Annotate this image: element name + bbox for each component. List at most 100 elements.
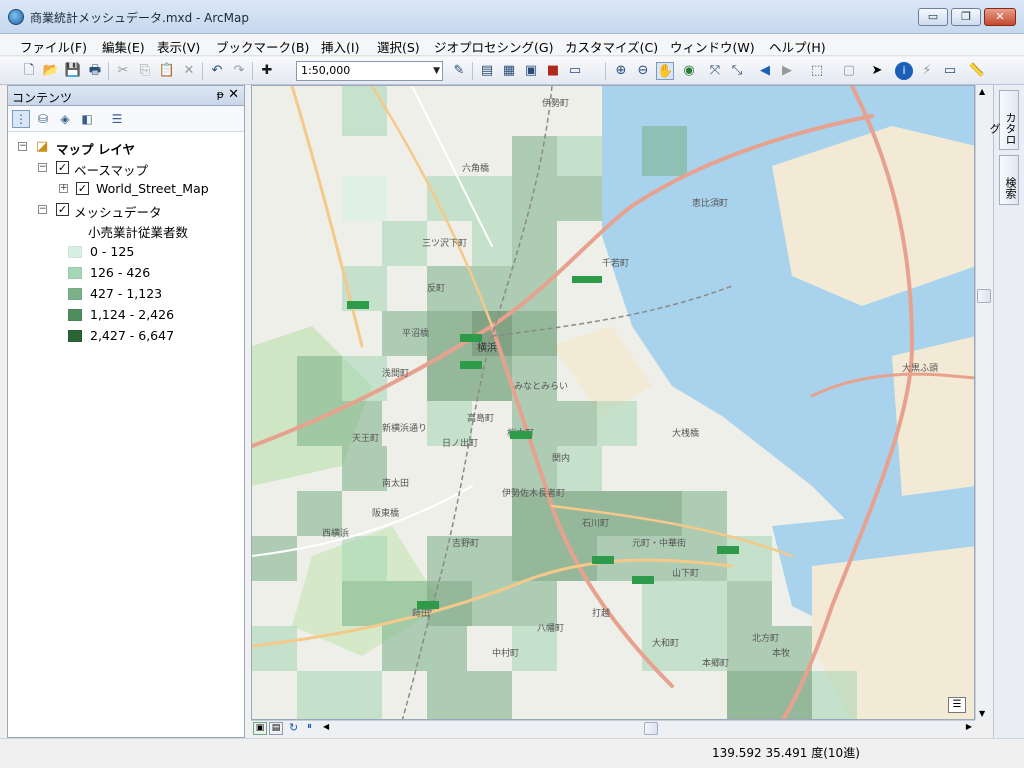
html-popup-icon[interactable]: ▭: [941, 62, 959, 80]
select-element-icon[interactable]: ➤: [868, 62, 886, 80]
select-features-icon[interactable]: ⬚: [808, 62, 826, 80]
fixed-zoom-in-icon[interactable]: ⤧: [706, 62, 724, 80]
map-label: 南太田: [382, 477, 409, 489]
fixed-zoom-out-icon[interactable]: ⤡: [728, 62, 746, 80]
menu-geoprocessing[interactable]: ジオプロセシング(G): [434, 37, 553, 56]
clear-selection-icon[interactable]: ▢: [840, 62, 858, 80]
catalog-tab[interactable]: カタログ: [988, 90, 1019, 150]
redo-icon[interactable]: ↷: [230, 62, 248, 80]
catalog-icon[interactable]: ▣: [522, 62, 540, 80]
layout-view-icon[interactable]: ▤: [269, 722, 283, 735]
collapse-icon[interactable]: −: [38, 163, 47, 172]
menu-file[interactable]: ファイル(F): [20, 37, 87, 56]
zoom-out-icon[interactable]: ⊖: [634, 62, 652, 80]
menu-insert[interactable]: 挿入(I): [321, 37, 359, 56]
list-by-visibility-icon[interactable]: ◈: [56, 110, 74, 128]
toc-close-icon[interactable]: ✕: [228, 87, 239, 102]
map-label: 日ノ出町: [442, 437, 478, 449]
options-icon[interactable]: ☰: [108, 110, 126, 128]
refresh-icon[interactable]: ↻: [289, 721, 298, 734]
pin-icon[interactable]: ᵽ: [217, 88, 224, 101]
toolbar-separator: [202, 62, 203, 80]
copy-icon[interactable]: ⎘: [136, 62, 154, 80]
full-extent-icon[interactable]: ◉: [680, 62, 698, 80]
horizontal-scroll-thumb[interactable]: [644, 722, 658, 735]
vertical-scroll-thumb[interactable]: [977, 289, 991, 303]
search-tab[interactable]: 検索: [999, 155, 1019, 205]
menu-selection[interactable]: 選択(S): [377, 37, 420, 56]
minimize-button[interactable]: ▭: [918, 8, 948, 26]
collapse-icon[interactable]: −: [38, 205, 47, 214]
legend-label: 2,427 - 6,647: [90, 328, 175, 343]
maximize-button[interactable]: ❐: [951, 8, 981, 26]
print-icon[interactable]: 🖶: [86, 62, 104, 80]
close-button[interactable]: ✕: [984, 8, 1016, 26]
zoom-in-icon[interactable]: ⊕: [612, 62, 630, 80]
undo-icon[interactable]: ↶: [208, 62, 226, 80]
identify-icon[interactable]: i: [895, 62, 913, 80]
menu-view[interactable]: 表示(V): [157, 37, 200, 56]
tree-row-mesh-layer[interactable]: − ✓ メッシュデータ: [16, 201, 236, 220]
map-horizontal-scrollbar[interactable]: ▣ ▤ ↻ ⏸ ◀ ▶: [251, 720, 975, 736]
measure-icon[interactable]: 📏: [968, 62, 986, 80]
python-icon[interactable]: ▭: [566, 62, 584, 80]
data-view-icon[interactable]: ▣: [253, 722, 267, 735]
layout-icon[interactable]: ▦: [500, 62, 518, 80]
menu-bookmarks[interactable]: ブックマーク(B): [216, 37, 309, 56]
scroll-left-icon[interactable]: ◀: [323, 722, 329, 731]
legend-item: 0 - 125: [68, 243, 228, 261]
legend-swatch: [68, 288, 82, 300]
cut-icon[interactable]: ✂: [114, 62, 132, 80]
new-document-icon[interactable]: 🗋: [20, 62, 38, 80]
hyperlink-icon[interactable]: ⚡: [918, 62, 936, 80]
standard-toolbar: 🗋 📂 💾 🖶 ✂ ⎘ 📋 ✕ ↶ ↷ ✚ 1:50,000 ▼ ✎ ▤ ▦ ▣…: [0, 57, 1024, 85]
editor-icon[interactable]: ✎: [450, 62, 468, 80]
collapse-icon[interactable]: −: [18, 142, 27, 151]
expand-icon[interactable]: +: [59, 184, 68, 193]
layer-visibility-checkbox[interactable]: ✓: [56, 203, 69, 216]
layer-visibility-checkbox[interactable]: ✓: [76, 182, 89, 195]
pan-icon[interactable]: ✋: [656, 62, 674, 80]
tree-row-world-street-map[interactable]: + ✓ World_Street_Map: [16, 180, 236, 198]
menu-windows[interactable]: ウィンドウ(W): [670, 37, 755, 56]
add-data-icon[interactable]: ✚: [258, 62, 276, 80]
basemap-group-label: ベースマップ: [74, 163, 149, 178]
map-scale-dropdown[interactable]: 1:50,000 ▼: [296, 61, 443, 81]
scroll-right-icon[interactable]: ▶: [966, 722, 972, 731]
table-window-icon[interactable]: ▤: [478, 62, 496, 80]
list-by-drawing-order-icon[interactable]: ⋮: [12, 110, 30, 128]
open-folder-icon[interactable]: 📂: [42, 62, 60, 80]
map-label: 新横浜通り: [382, 422, 427, 434]
forward-icon[interactable]: ▶: [778, 62, 796, 80]
scroll-up-icon[interactable]: ▲: [979, 87, 985, 96]
delete-icon[interactable]: ✕: [180, 62, 198, 80]
menu-help[interactable]: ヘルプ(H): [769, 37, 826, 56]
map-display[interactable]: 伊勢町 六角橋 三ツ沢下町 反町 横浜 みなとみらい 桜木町 関内 伊勢佐木長者…: [251, 85, 975, 720]
back-icon[interactable]: ◀: [756, 62, 774, 80]
list-by-source-icon[interactable]: ⛁: [34, 110, 52, 128]
menu-customize[interactable]: カスタマイズ(C): [565, 37, 658, 56]
map-tips-icon[interactable]: ☰: [948, 697, 966, 713]
arctoolbox-icon[interactable]: ■: [544, 62, 562, 80]
toolbar-separator: [605, 62, 606, 80]
scroll-down-icon[interactable]: ▼: [979, 709, 985, 718]
paste-icon[interactable]: 📋: [158, 62, 176, 80]
map-label: 山下町: [672, 568, 699, 579]
tree-row-basemap-group[interactable]: − ✓ ベースマップ: [16, 159, 236, 178]
pause-drawing-icon[interactable]: ⏸: [307, 721, 312, 732]
map-vertical-scrollbar[interactable]: ▲ ▼: [975, 85, 992, 720]
legend-label: 126 - 426: [90, 265, 151, 280]
map-canvas[interactable]: 伊勢町 六角橋 三ツ沢下町 反町 横浜 みなとみらい 桜木町 関内 伊勢佐木長者…: [252, 86, 975, 720]
map-label: 平沼橋: [402, 327, 429, 339]
save-icon[interactable]: 💾: [64, 62, 82, 80]
map-label: 中村町: [492, 647, 519, 659]
legend-item: 2,427 - 6,647: [68, 327, 228, 345]
map-label: 本郷町: [702, 657, 729, 669]
map-label: 北方町: [752, 632, 779, 644]
menu-edit[interactable]: 編集(E): [102, 37, 145, 56]
tree-row-map-layers[interactable]: − ◪ マップ レイヤ: [16, 138, 236, 157]
layer-visibility-checkbox[interactable]: ✓: [56, 161, 69, 174]
map-label: 大桟橋: [672, 427, 699, 439]
list-by-selection-icon[interactable]: ◧: [78, 110, 96, 128]
reclaimed-land: [892, 336, 974, 496]
